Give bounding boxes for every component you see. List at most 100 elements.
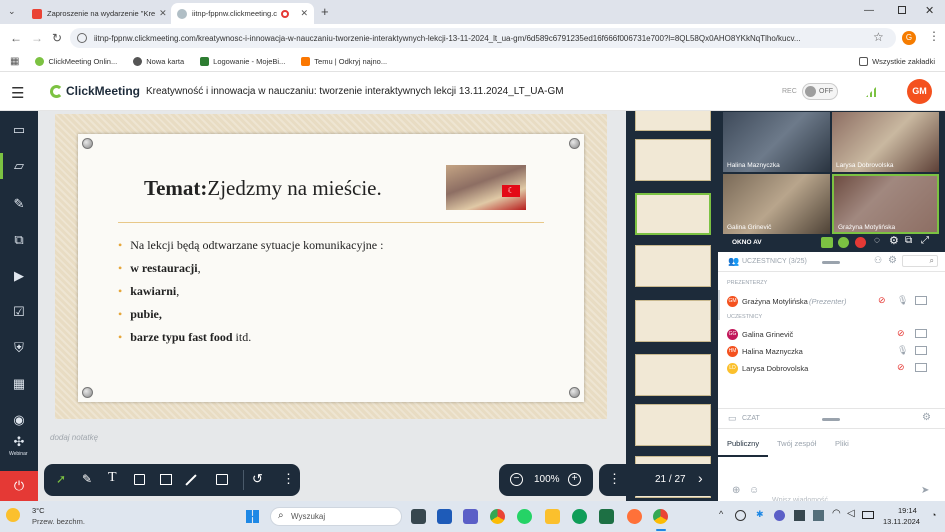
- webinar-icon[interactable]: ✣: [8, 431, 30, 453]
- slide-thumbnail[interactable]: [635, 354, 711, 396]
- profile-avatar[interactable]: G: [902, 31, 916, 45]
- file-explorer-icon[interactable]: [545, 509, 560, 524]
- all-bookmarks[interactable]: Wszystkie zakładki: [859, 57, 935, 66]
- add-user-icon[interactable]: ⚇: [874, 255, 882, 266]
- windows-start-icon[interactable]: [246, 510, 259, 523]
- taskbar-search[interactable]: ⌕ Wyszukaj: [270, 507, 402, 526]
- chrome-icon[interactable]: [490, 509, 505, 524]
- collapse-bar[interactable]: [822, 261, 840, 264]
- rec-toggle[interactable]: OFF: [802, 83, 838, 100]
- battery-icon[interactable]: [862, 511, 874, 519]
- participant-row[interactable]: LD Larysa Dobrovolska ⊘: [727, 362, 941, 376]
- tab-team[interactable]: Twój zespół: [777, 439, 816, 448]
- screen-icon[interactable]: [915, 346, 927, 355]
- tab-public[interactable]: Publiczny: [727, 439, 759, 448]
- back-icon[interactable]: ←: [10, 31, 22, 45]
- tray-chevron-icon[interactable]: ^: [719, 509, 723, 519]
- reload-icon[interactable]: ↻: [52, 31, 62, 45]
- image-icon[interactable]: [216, 474, 228, 485]
- broadcast-icon[interactable]: ◉: [8, 409, 30, 431]
- bookmark-clickmeeting[interactable]: ClickMeeting Onlin...: [35, 57, 117, 66]
- mic-icon[interactable]: 🎙: [897, 345, 908, 356]
- share-icon[interactable]: ⧉: [8, 229, 30, 251]
- zoom-in-icon[interactable]: +: [568, 473, 581, 486]
- tab-invitation[interactable]: Zaproszenie na wydarzenie "Kre ✕: [26, 3, 169, 24]
- poll-icon[interactable]: ☑: [8, 301, 30, 323]
- edit-icon[interactable]: ✎: [8, 193, 30, 215]
- slide-thumbnail[interactable]: [635, 404, 711, 446]
- task-view-icon[interactable]: [411, 509, 426, 524]
- line-icon[interactable]: [185, 474, 197, 486]
- end-call-icon[interactable]: [855, 237, 866, 248]
- bluetooth-icon[interactable]: ✱: [756, 509, 764, 520]
- screen-icon[interactable]: [915, 363, 927, 372]
- excel-icon[interactable]: [599, 509, 614, 524]
- video-tile-active[interactable]: Grażyna Motylińska: [832, 174, 939, 234]
- new-tab-icon[interactable]: +: [321, 4, 329, 19]
- apps-grid-icon[interactable]: ▦: [10, 56, 19, 67]
- weather-icon[interactable]: [6, 508, 20, 522]
- tab-files[interactable]: Pliki: [835, 439, 849, 448]
- slide-thumbnail[interactable]: [635, 300, 711, 342]
- bookmark-mojebi[interactable]: Logowanie - MojeBi...: [200, 57, 285, 66]
- screen-icon[interactable]: [915, 329, 927, 338]
- menu-dots-icon[interactable]: ⋮: [928, 29, 940, 43]
- clock-date[interactable]: 13.11.2024: [883, 517, 920, 526]
- tray-app-icon[interactable]: [735, 510, 746, 521]
- url-field[interactable]: iitnp-fppnw.clickmeeting.com/kreatywnosc…: [70, 28, 896, 48]
- site-info-icon[interactable]: [77, 33, 87, 43]
- panel-scrollbar[interactable]: [718, 290, 720, 320]
- pen-icon[interactable]: ✎: [82, 472, 92, 486]
- hamburger-menu-icon[interactable]: ☰: [11, 84, 24, 102]
- camera-off-icon[interactable]: ⊘: [897, 362, 905, 373]
- bookmark-star-icon[interactable]: ☆: [873, 30, 884, 44]
- exit-power-button[interactable]: ⏻: [0, 471, 38, 501]
- close-icon[interactable]: ✕: [296, 8, 308, 19]
- camera-icon[interactable]: ▭: [8, 119, 30, 141]
- chat-bubble-icon[interactable]: ◌: [874, 235, 880, 246]
- maximize-icon[interactable]: [898, 6, 906, 14]
- bookmark-new-tab[interactable]: Nowa karta: [133, 57, 184, 66]
- camera-on-icon[interactable]: [821, 237, 833, 248]
- teams-icon[interactable]: [463, 509, 478, 524]
- clock-time[interactable]: 19:14: [898, 506, 917, 515]
- chrome-active-icon[interactable]: [653, 509, 668, 524]
- whatsapp-icon[interactable]: [517, 509, 532, 524]
- popout-icon[interactable]: ⧉: [905, 235, 912, 246]
- participant-row[interactable]: HM Halina Maznyczka 🎙: [727, 345, 941, 359]
- shield-icon[interactable]: ⛨: [8, 337, 30, 359]
- tab-clickmeeting[interactable]: iitnp-fppnw.clickmeeting.c ✕: [171, 3, 314, 24]
- participant-row[interactable]: GG Galina Grinevič ⊘: [727, 328, 941, 342]
- zoom-out-icon[interactable]: −: [510, 473, 523, 486]
- add-attachment-icon[interactable]: ⊕: [732, 485, 740, 496]
- more-dots-icon[interactable]: ⋮: [282, 471, 295, 487]
- presenter-row[interactable]: GM Grażyna Motylińska (Prezenter) ⊘ 🎙: [727, 295, 941, 309]
- apps-grid-icon[interactable]: ▦: [8, 373, 30, 395]
- undo-icon[interactable]: ↺: [252, 471, 263, 487]
- video-play-icon[interactable]: ▶: [8, 265, 30, 287]
- camera-off-icon[interactable]: ⊘: [897, 328, 905, 339]
- settings-gear-icon[interactable]: ⚙: [922, 412, 931, 423]
- firefox-icon[interactable]: [627, 509, 642, 524]
- mic-icon[interactable]: 🎙: [897, 295, 908, 306]
- tray-app-icon[interactable]: [794, 510, 805, 521]
- screen-icon[interactable]: [915, 296, 927, 305]
- rectangle-icon[interactable]: [160, 474, 172, 485]
- forward-icon[interactable]: →: [31, 31, 43, 45]
- slide-thumbnail[interactable]: [635, 139, 711, 181]
- wifi-icon[interactable]: ◠: [832, 508, 841, 519]
- volume-icon[interactable]: ◁: [847, 508, 855, 519]
- close-icon[interactable]: ✕: [155, 8, 167, 19]
- video-tile[interactable]: Halina Maznyczka: [723, 112, 830, 172]
- word-icon[interactable]: [437, 509, 452, 524]
- edge-icon[interactable]: [572, 509, 587, 524]
- tab-list-chevron-icon[interactable]: ⌄: [8, 6, 16, 17]
- tray-app-icon[interactable]: [774, 510, 785, 521]
- collapse-bar[interactable]: [822, 418, 840, 421]
- camera-off-icon[interactable]: ⊘: [878, 295, 886, 306]
- slide-thumbnail-selected[interactable]: [635, 193, 711, 235]
- sticky-note-icon[interactable]: [134, 474, 145, 485]
- folder-icon[interactable]: ▱: [8, 155, 30, 177]
- user-avatar[interactable]: GM: [907, 79, 932, 104]
- text-tool-icon[interactable]: T: [108, 470, 117, 486]
